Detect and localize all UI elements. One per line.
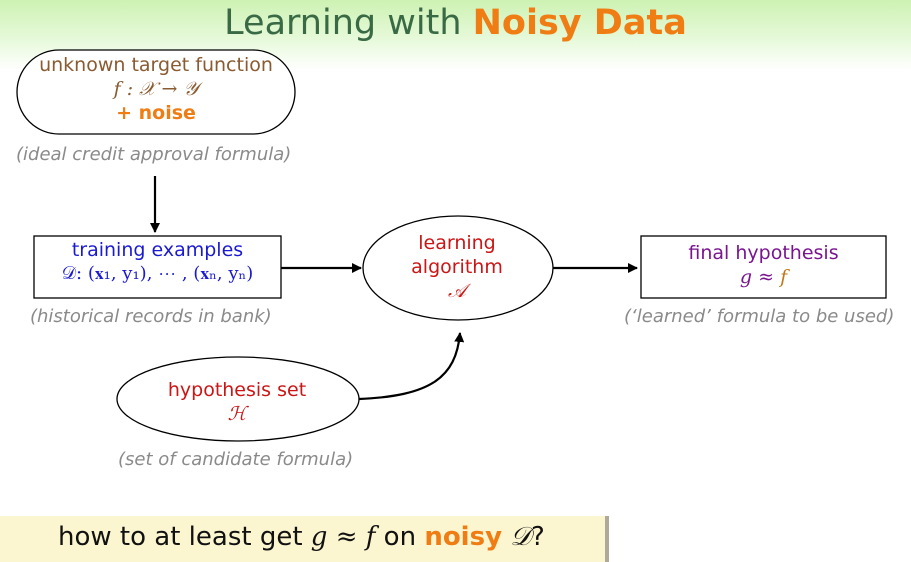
hypothesis-set-label: hypothesis set: [167, 379, 307, 401]
question-math2: 𝒟: [502, 522, 532, 552]
final-g: g ≈: [739, 266, 775, 288]
final-hypothesis-text: final hypothesis g ≈ f: [641, 241, 886, 289]
hypothesis-caption: (set of candidate formula): [118, 449, 354, 470]
target-caption: (ideal credit approval formula): [16, 144, 292, 165]
hypothesis-set-symbol: ℋ: [227, 403, 247, 425]
algorithm-line1: learning: [418, 232, 496, 254]
noise-label: + noise: [116, 102, 196, 124]
final-caption: (‘learned’ formula to be used): [624, 306, 895, 327]
training-examples-formula: 𝒟: (𝐱₁, y₁), ⋯ , (𝐱ₙ, yₙ): [61, 263, 254, 284]
target-function-label: unknown target function: [39, 54, 273, 76]
algorithm-symbol: 𝒜: [448, 280, 466, 302]
target-function-formula: f : 𝒳 → 𝒴: [113, 78, 199, 100]
hypothesis-set-text: hypothesis set ℋ: [117, 378, 357, 426]
training-caption: (historical records in bank): [30, 306, 272, 327]
final-hypothesis-label: final hypothesis: [688, 242, 839, 264]
training-examples-label: training examples: [71, 239, 244, 261]
question-text: how to at least get g ≈ f on noisy 𝒟?: [58, 522, 545, 553]
training-examples-text: training examples 𝒟: (𝐱₁, y₁), ⋯ , (𝐱ₙ, …: [34, 238, 281, 286]
question-part3: ?: [531, 522, 545, 552]
algorithm-line2: algorithm: [411, 256, 503, 278]
question-part2: on: [375, 522, 425, 552]
arrow-hypothesis-to-algorithm: [358, 332, 465, 401]
question-part1: how to at least get: [58, 522, 311, 552]
final-f: f: [780, 266, 788, 288]
question-highlight: noisy: [424, 522, 503, 552]
final-hypothesis-formula: g ≈ f: [641, 265, 886, 289]
learning-algorithm-text: learning algorithm 𝒜: [363, 231, 551, 303]
question-math1: g ≈ f: [310, 522, 376, 552]
target-function-text: unknown target function f : 𝒳 → 𝒴 + nois…: [17, 53, 295, 125]
